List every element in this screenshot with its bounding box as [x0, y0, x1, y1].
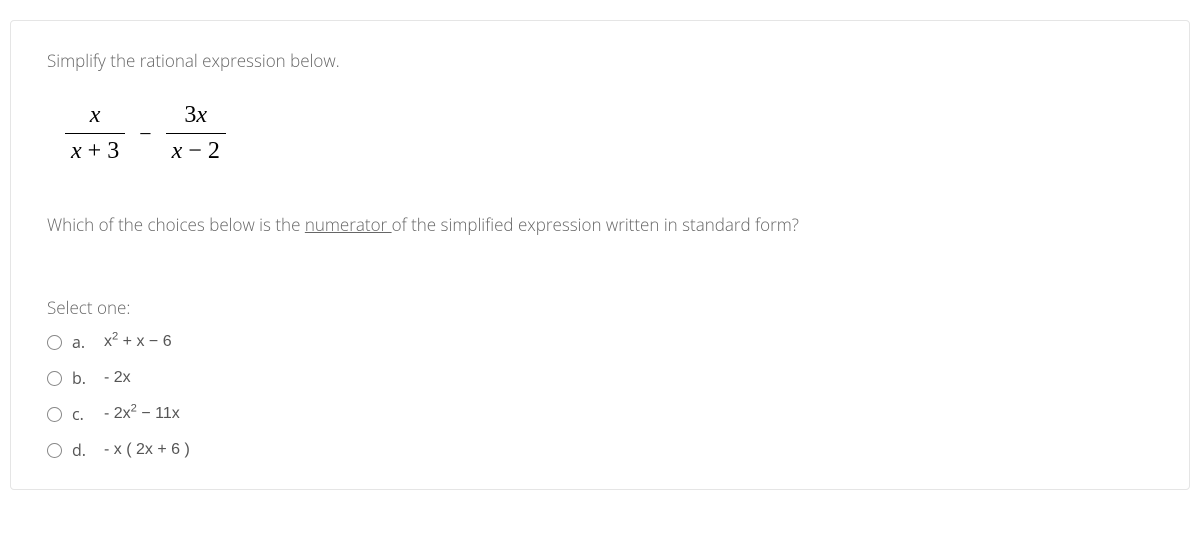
radio-icon[interactable] [47, 371, 62, 386]
fraction-1: x x + 3 [65, 100, 125, 167]
select-one-label: Select one: [47, 296, 1153, 319]
math-expression: x x + 3 − 3x x − 2 [47, 86, 244, 189]
minus-operator: − [139, 121, 151, 147]
choices-list: a. x2 + x − 6 b. - 2x c. - 2x2 − 11x d. … [47, 331, 1153, 461]
radio-icon[interactable] [47, 443, 62, 458]
choice-letter: c. [72, 403, 94, 425]
question-text: Which of the choices below is the numera… [47, 213, 1153, 236]
question-underlined: numerator [305, 213, 392, 236]
fraction-2: 3x x − 2 [166, 100, 226, 167]
question-suffix: of the simplified expression written in … [392, 213, 799, 236]
choice-text: - 2x2 − 11x [104, 405, 180, 423]
choice-d[interactable]: d. - x ( 2x + 6 ) [47, 439, 1153, 461]
choice-text: - x ( 2x + 6 ) [104, 441, 190, 459]
choice-letter: a. [72, 331, 94, 353]
choice-a[interactable]: a. x2 + x − 6 [47, 331, 1153, 353]
choice-text: - 2x [104, 369, 131, 387]
radio-icon[interactable] [47, 335, 62, 350]
choice-text: x2 + x − 6 [104, 333, 172, 351]
frac2-denominator: x − 2 [166, 133, 226, 167]
frac1-numerator: x [84, 100, 107, 133]
question-prefix: Which of the choices below is the [47, 213, 305, 236]
choice-c[interactable]: c. - 2x2 − 11x [47, 403, 1153, 425]
frac1-denominator: x + 3 [65, 133, 125, 167]
choice-b[interactable]: b. - 2x [47, 367, 1153, 389]
question-container: Simplify the rational expression below. … [10, 20, 1190, 490]
choice-letter: d. [72, 439, 94, 461]
radio-icon[interactable] [47, 407, 62, 422]
frac2-numerator: 3x [178, 100, 213, 133]
choice-letter: b. [72, 367, 94, 389]
prompt-text: Simplify the rational expression below. [47, 49, 1153, 72]
